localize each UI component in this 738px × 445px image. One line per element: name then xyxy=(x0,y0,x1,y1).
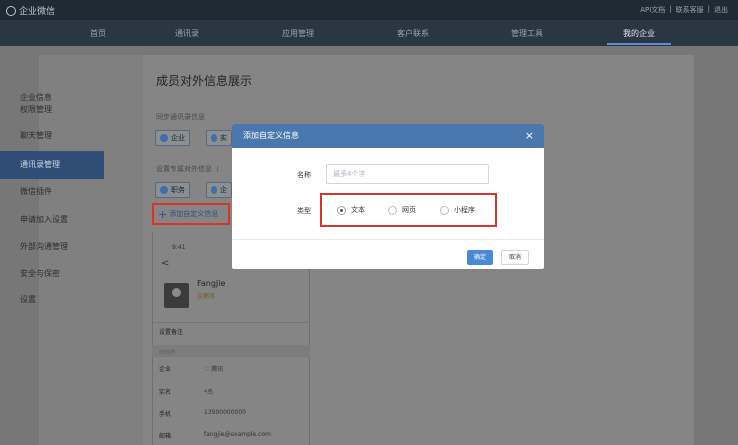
contact-support-link[interactable]: 联系客服 xyxy=(676,5,704,15)
sidebar-item-external-communication[interactable]: 外部沟通管理 xyxy=(8,233,104,261)
sidebar-item-settings[interactable]: 设置 xyxy=(8,286,104,314)
sidebar-item-permissions[interactable]: 权限管理 xyxy=(8,96,104,124)
nav-apps[interactable]: 应用管理 xyxy=(282,28,314,39)
close-icon[interactable]: × xyxy=(525,124,534,148)
chip-label: 实 xyxy=(220,134,227,142)
dialog-header: 添加自定义信息 × xyxy=(232,124,544,148)
logout-link[interactable]: 退出 xyxy=(714,5,728,15)
chip-label: 职务 xyxy=(171,186,185,194)
sidebar-item-contacts-management[interactable]: 通讯录管理 xyxy=(0,151,104,179)
nav-active-underline xyxy=(607,43,671,45)
add-custom-label: 添加自定义信息 xyxy=(169,210,219,218)
preview-section-header: 企业信息 xyxy=(152,345,310,357)
preview-row-value: 13900000000 xyxy=(204,409,246,416)
cancel-button[interactable]: 取消 xyxy=(501,250,529,265)
sidebar-item-chat-management[interactable]: 聊天管理 xyxy=(8,122,104,150)
preview-corp: 企鹅讯 xyxy=(197,293,216,300)
avatar xyxy=(164,283,189,308)
plus-icon: + xyxy=(158,207,168,221)
preview-row-label: 邮箱 xyxy=(159,433,172,440)
sidebar-item-join-settings[interactable]: 申请加入设置 xyxy=(8,206,104,234)
preview-row-value: *杰 xyxy=(204,389,214,396)
check-icon xyxy=(211,186,217,194)
link-separator: | xyxy=(707,5,710,13)
nav-my-company[interactable]: 我的企业 xyxy=(623,28,655,39)
name-input[interactable]: 最多4个字 xyxy=(326,164,489,184)
radio-checked-icon xyxy=(337,205,346,215)
sidebar-item-security[interactable]: 安全与保密 xyxy=(8,260,104,288)
radio-text[interactable]: 文本 xyxy=(337,205,365,215)
confirm-button[interactable]: 确定 xyxy=(467,250,493,265)
preview-row-value: fangjie@example.com xyxy=(204,431,271,438)
sync-chip-realname[interactable]: 实 xyxy=(206,130,232,146)
check-icon xyxy=(160,186,168,194)
radio-unchecked-icon xyxy=(388,205,397,215)
phone-time: 9:41 xyxy=(172,244,186,251)
nav-contacts[interactable]: 通讯录 xyxy=(175,28,199,39)
preview-row-label: 手机 xyxy=(159,411,172,418)
back-arrow-icon: < xyxy=(161,258,170,269)
preview-row-value: ♡ 腾讯 xyxy=(204,366,224,373)
add-custom-info-button[interactable]: + 添加自定义信息 xyxy=(152,203,230,225)
type-label: 类型 xyxy=(297,207,311,215)
radio-label: 文本 xyxy=(351,206,365,214)
sidebar-item-wechat-plugin[interactable]: 微信插件 xyxy=(8,178,104,206)
check-icon xyxy=(211,134,217,142)
preview-row-label: 实名 xyxy=(159,389,172,396)
set-chip-position[interactable]: 职务 xyxy=(155,182,190,198)
sync-chip-company[interactable]: 企业 xyxy=(155,130,190,146)
dialog-footer-divider xyxy=(232,239,544,240)
nav-customer-contact[interactable]: 客户联系 xyxy=(397,28,429,39)
preview-name: FangJie xyxy=(197,279,226,288)
chip-label: 企业 xyxy=(171,134,185,142)
dialog-title: 添加自定义信息 xyxy=(243,131,299,140)
radio-miniprogram[interactable]: 小程序 xyxy=(440,205,475,215)
top-links: API文档 | 联系客服 | 退出 xyxy=(640,5,728,15)
radio-label: 网页 xyxy=(402,206,416,214)
page-title: 成员对外信息展示 xyxy=(156,74,253,88)
api-docs-link[interactable]: API文档 xyxy=(640,5,665,15)
radio-label: 小程序 xyxy=(454,206,475,214)
preview-set-remark: 设置备注 xyxy=(159,329,184,336)
name-label: 名称 xyxy=(297,171,311,179)
chip-label: 企 xyxy=(220,186,227,194)
app-logo[interactable]: 企业微信 xyxy=(6,4,55,17)
nav-home[interactable]: 首页 xyxy=(90,28,106,39)
radio-unchecked-icon xyxy=(440,205,449,215)
preview-row-label: 企业 xyxy=(159,366,172,373)
nav-management-tools[interactable]: 管理工具 xyxy=(511,28,543,39)
custom-section-label: 设置专属对外信息（ xyxy=(156,165,219,173)
top-bar: 企业微信 API文档 | 联系客服 | 退出 xyxy=(0,0,738,20)
check-icon xyxy=(160,134,168,142)
link-separator: | xyxy=(669,5,672,13)
divider xyxy=(152,322,310,323)
radio-webpage[interactable]: 网页 xyxy=(388,205,416,215)
app-name: 企业微信 xyxy=(19,7,56,17)
wecom-logo-icon xyxy=(6,5,16,16)
set-chip-company[interactable]: 企 xyxy=(206,182,232,198)
sync-section-label: 同步通讯录信息 xyxy=(156,113,205,121)
